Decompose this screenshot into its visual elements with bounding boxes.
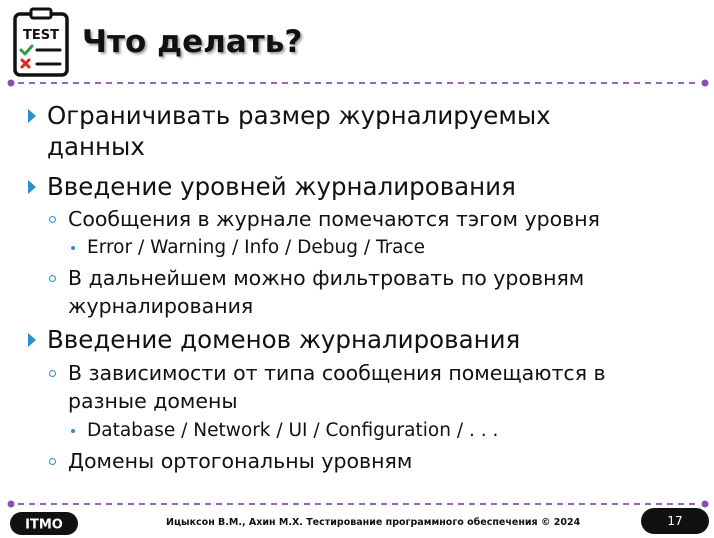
bullet-dot-icon xyxy=(71,246,75,250)
bullet-level1-text: Введение доменов журналирования xyxy=(47,325,521,354)
bullet-dot-icon xyxy=(49,370,56,377)
bullet-level2-text: Домены ортогональны уровням xyxy=(68,449,413,473)
bullet-arrow-icon xyxy=(28,180,36,194)
bullet-list: Ограничивать размер журналируемых данных В… xyxy=(0,0,714,538)
footer-divider xyxy=(7,500,709,508)
bullet-dot-icon xyxy=(71,429,75,433)
bullet-level2-text: В зависимости от типа сообщения помещают… xyxy=(68,361,606,385)
bullet-level3-text: Database / Network / UI / Configuration … xyxy=(87,420,499,441)
page-number: 17 xyxy=(641,508,709,534)
bullet-dot-icon xyxy=(49,216,56,223)
bullet-arrow-icon xyxy=(28,333,36,347)
bullet-level2-text: Сообщения в журнале помечаются тэгом уро… xyxy=(68,207,600,231)
bullet-level2-text: В дальнейшем можно фильтровать по уровня… xyxy=(68,266,585,290)
bullet-level1-text: данных xyxy=(47,132,145,161)
bullet-dot-icon xyxy=(49,458,56,465)
bullet-arrow-icon xyxy=(28,109,36,123)
bullet-level3-text: Error / Warning / Info / Debug / Trace xyxy=(87,237,426,258)
itmo-logo-text: ITMO xyxy=(25,518,63,533)
itmo-logo: ITMO xyxy=(10,512,78,535)
bullet-dot-icon xyxy=(49,275,56,282)
bullet-level1-text: Ограничивать размер журналируемых xyxy=(47,101,551,130)
footer-credits: Ицыксон В.М., Ахин М.Х. Тестирование про… xyxy=(166,517,581,528)
bullet-level2-text: журналирования xyxy=(68,294,254,318)
bullet-level1-text: Введение уровней журналирования xyxy=(47,172,516,201)
bullet-level2-text: разные домены xyxy=(68,389,238,413)
